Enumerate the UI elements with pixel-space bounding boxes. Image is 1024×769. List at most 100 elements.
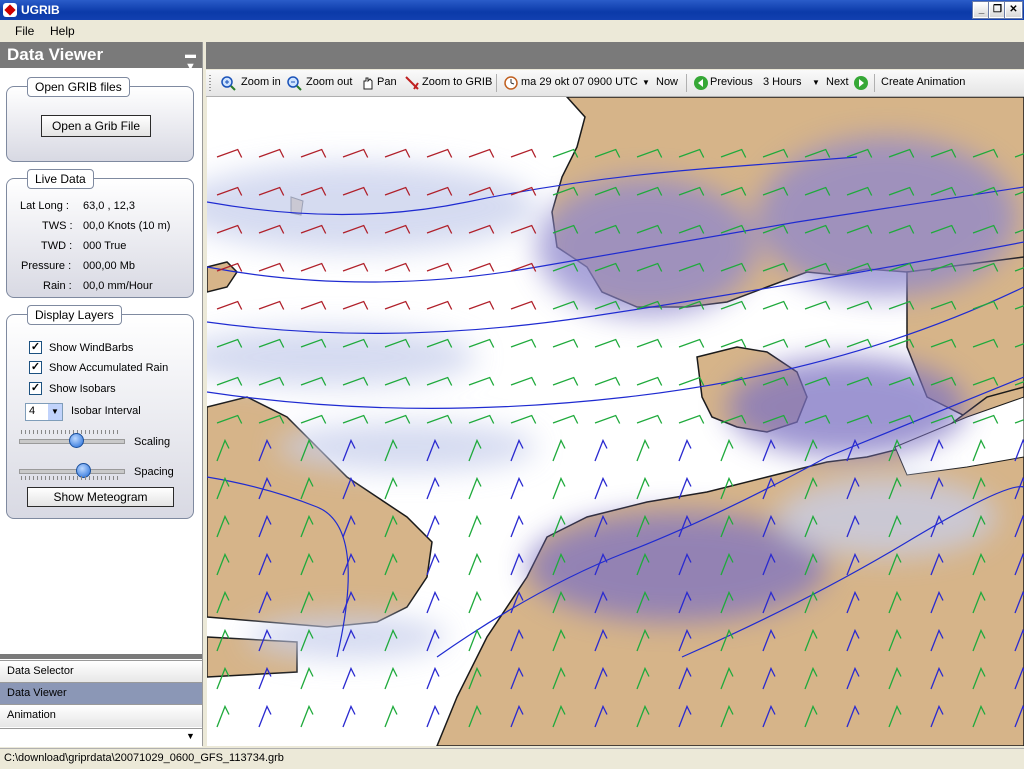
chevron-down-icon[interactable]: ▼: [186, 731, 195, 741]
chevron-down-icon[interactable]: ▼: [642, 78, 650, 87]
wind-barb: [720, 338, 747, 348]
isobars-checkbox[interactable]: ✓: [29, 382, 42, 395]
wind-barb: [426, 414, 453, 424]
isobar-interval-value: 4: [29, 405, 36, 417]
pressure-value: 000,00 Mb: [83, 260, 135, 272]
wind-barb: [636, 414, 663, 424]
minimize-button[interactable]: _: [972, 1, 991, 19]
zoom-to-grib-icon[interactable]: [404, 75, 420, 91]
wind-barb: [468, 552, 482, 576]
wind-barb: [804, 300, 831, 310]
wind-barb: [258, 148, 285, 158]
panel-title: Data Viewer: [7, 45, 104, 64]
toolbar-separator: [686, 74, 687, 92]
now-button[interactable]: Now: [656, 76, 678, 88]
interval-dropdown[interactable]: 3 Hours: [763, 76, 802, 88]
wind-barb: [468, 376, 495, 386]
zoom-to-grib-button[interactable]: Zoom to GRIB: [422, 76, 492, 88]
wind-barb: [426, 666, 440, 690]
wind-barb: [846, 300, 873, 310]
live-data-title: Live Data: [27, 169, 94, 189]
wind-barb: [426, 376, 453, 386]
zoom-out-button[interactable]: Zoom out: [306, 76, 352, 88]
scaling-slider-thumb[interactable]: [69, 433, 85, 448]
map-canvas[interactable]: [207, 97, 1024, 746]
toolbar-separator: [874, 74, 875, 92]
menu-help[interactable]: Help: [50, 24, 75, 38]
wind-barb: [300, 666, 314, 690]
next-arrow-icon[interactable]: [853, 75, 869, 91]
wind-barb: [678, 438, 692, 462]
wind-barb: [468, 514, 482, 538]
rain-checkbox[interactable]: ✓: [29, 361, 42, 374]
nav-animation[interactable]: Animation: [0, 704, 202, 727]
wind-barb: [636, 438, 650, 462]
wind-barb: [300, 262, 327, 272]
tws-label: TWS :: [42, 220, 73, 232]
display-layers-group: Display Layers ✓ Show WindBarbs ✓ Show A…: [6, 305, 194, 519]
nav-overflow[interactable]: ▼: [0, 728, 202, 747]
zoom-out-icon[interactable]: [286, 75, 302, 91]
nav-data-selector[interactable]: Data Selector: [0, 660, 202, 683]
close-button[interactable]: ✕: [1004, 1, 1023, 19]
twd-value: 000 True: [83, 240, 127, 252]
tws-value: 00,0 Knots (10 m): [83, 220, 171, 232]
panel-splitter[interactable]: [0, 654, 202, 659]
wind-barb: [510, 338, 537, 348]
title-bar: UGRIB _ ❐ ✕: [0, 0, 1024, 20]
wind-barb: [594, 414, 621, 424]
pan-hand-icon[interactable]: [360, 75, 376, 91]
windbarbs-checkbox[interactable]: ✓: [29, 341, 42, 354]
wind-barb: [342, 148, 369, 158]
rain-label: Rain :: [43, 280, 72, 292]
isobar-interval-select[interactable]: 4 ▼: [25, 403, 63, 421]
wind-barb: [636, 376, 663, 386]
chevron-down-icon[interactable]: ▼: [812, 78, 820, 87]
pan-button[interactable]: Pan: [377, 76, 397, 88]
create-animation-button[interactable]: Create Animation: [881, 76, 965, 88]
previous-button[interactable]: Previous: [710, 76, 753, 88]
wind-barb: [636, 338, 663, 348]
zoom-in-icon[interactable]: [220, 75, 236, 91]
spacing-slider-track[interactable]: [19, 469, 125, 474]
wind-barb: [216, 148, 243, 158]
show-meteogram-button[interactable]: Show Meteogram: [27, 487, 174, 507]
latlong-value: 63,0 , 12,3: [83, 200, 135, 212]
wind-barb: [468, 476, 482, 500]
wind-barb: [510, 376, 537, 386]
status-bar: C:\download\griprdata\20071029_0600_GFS_…: [0, 748, 1024, 769]
windbarbs-label: Show WindBarbs: [49, 342, 134, 354]
open-grib-file-button[interactable]: Open a Grib File: [41, 115, 151, 137]
wind-barb: [426, 262, 453, 272]
wind-barb: [594, 338, 621, 348]
menu-file[interactable]: File: [15, 24, 34, 38]
wind-barb: [342, 704, 356, 728]
wind-barb: [300, 704, 314, 728]
nav-data-viewer[interactable]: Data Viewer: [0, 682, 202, 705]
wind-barb: [678, 414, 705, 424]
next-button[interactable]: Next: [826, 76, 849, 88]
weather-map[interactable]: [207, 97, 1024, 746]
wind-barb: [468, 338, 495, 348]
wind-barb: [804, 338, 831, 348]
wind-barb: [342, 414, 369, 424]
wind-barb: [552, 438, 566, 462]
chevron-down-icon[interactable]: ▼: [48, 404, 62, 420]
wind-barb: [384, 262, 411, 272]
panel-menu-icon[interactable]: ▬ ▼: [185, 49, 196, 73]
wind-barb: [762, 300, 789, 310]
wind-barb: [384, 300, 411, 310]
zoom-in-button[interactable]: Zoom in: [241, 76, 281, 88]
wind-barb: [468, 414, 495, 424]
restore-button[interactable]: ❐: [988, 1, 1007, 19]
wind-barb: [384, 148, 411, 158]
datetime-dropdown[interactable]: ma 29 okt 07 0900 UTC: [521, 76, 638, 88]
wind-barb: [510, 552, 524, 576]
wind-barb: [594, 476, 608, 500]
wind-barb: [552, 476, 566, 500]
wind-barb: [552, 300, 579, 310]
wind-barb: [258, 300, 285, 310]
previous-arrow-icon[interactable]: [693, 75, 709, 91]
app-icon: [3, 3, 17, 17]
clock-icon: [504, 76, 518, 90]
